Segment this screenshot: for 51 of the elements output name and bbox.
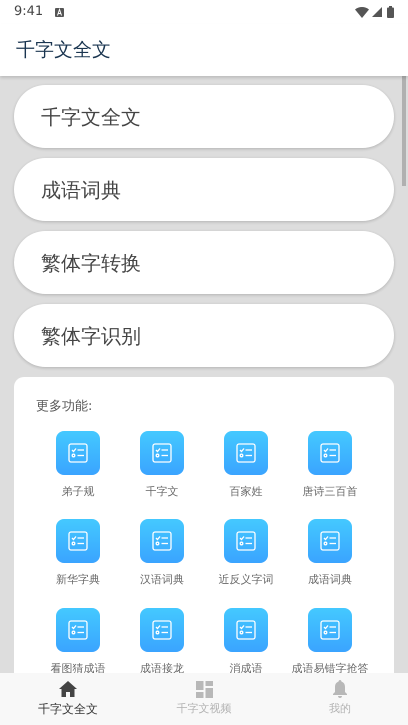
feature-item[interactable]: 消成语 <box>204 608 288 673</box>
bell-icon <box>333 680 347 698</box>
checklist-icon <box>224 430 268 474</box>
checklist-icon <box>308 608 352 652</box>
feature-item[interactable]: 百家姓 <box>204 430 288 500</box>
battery-icon <box>387 6 394 18</box>
feature-item[interactable]: 千字文 <box>120 430 204 500</box>
checklist-icon <box>308 519 352 563</box>
feature-item[interactable]: 汉语词典 <box>120 519 204 588</box>
checklist-icon <box>224 608 268 652</box>
feature-item[interactable]: 新华字典 <box>36 519 120 588</box>
feature-label: 百家姓 <box>230 484 262 500</box>
checklist-icon <box>224 519 268 563</box>
section-title: 更多功能: <box>36 398 94 416</box>
checklist-icon <box>140 519 184 563</box>
feature-label: 看图猜成语 <box>50 660 106 673</box>
feature-item[interactable]: 弟子规 <box>36 430 120 500</box>
dashboard-icon <box>196 680 212 698</box>
feature-label: 成语接龙 <box>140 660 184 673</box>
nav-tab[interactable]: 千字文全文 <box>0 673 136 725</box>
feature-item[interactable]: 成语接龙 <box>120 608 204 673</box>
checklist-icon <box>140 608 184 652</box>
feature-label: 成语词典 <box>308 572 352 588</box>
feature-label: 新华字典 <box>56 572 100 588</box>
feature-item[interactable]: 唐诗三百首 <box>288 430 372 500</box>
feature-label: 汉语词典 <box>140 572 184 588</box>
menu-button[interactable]: 繁体字转换 <box>14 231 394 294</box>
feature-label: 成语易错字抢答 <box>292 660 368 673</box>
feature-item[interactable]: 看图猜成语 <box>36 608 120 673</box>
home-icon <box>59 680 77 696</box>
checklist-icon <box>56 608 100 652</box>
feature-label: 消成语 <box>230 660 262 673</box>
feature-label: 千字文 <box>146 484 178 500</box>
status-time: 9:41 <box>14 3 44 22</box>
checklist-icon <box>140 430 184 474</box>
menu-button[interactable]: 千字文全文 <box>14 85 394 148</box>
feature-item[interactable]: 成语词典 <box>288 519 372 588</box>
feature-item[interactable]: 近反义字词 <box>204 519 288 588</box>
checklist-icon <box>56 519 100 563</box>
feature-label: 弟子规 <box>62 484 94 500</box>
checklist-icon <box>56 430 100 474</box>
feature-label: 近反义字词 <box>218 572 274 588</box>
signal-icon <box>372 7 382 17</box>
feature-label: 唐诗三百首 <box>302 484 358 500</box>
app-title: 千字文全文 <box>16 38 111 63</box>
menu-button[interactable]: 繁体字识别 <box>14 304 394 367</box>
checklist-icon <box>308 430 352 474</box>
wifi-icon <box>355 6 369 18</box>
menu-button[interactable]: 成语词典 <box>14 158 394 221</box>
notification-icon <box>55 8 64 16</box>
feature-item[interactable]: 成语易错字抢答 <box>288 608 372 673</box>
